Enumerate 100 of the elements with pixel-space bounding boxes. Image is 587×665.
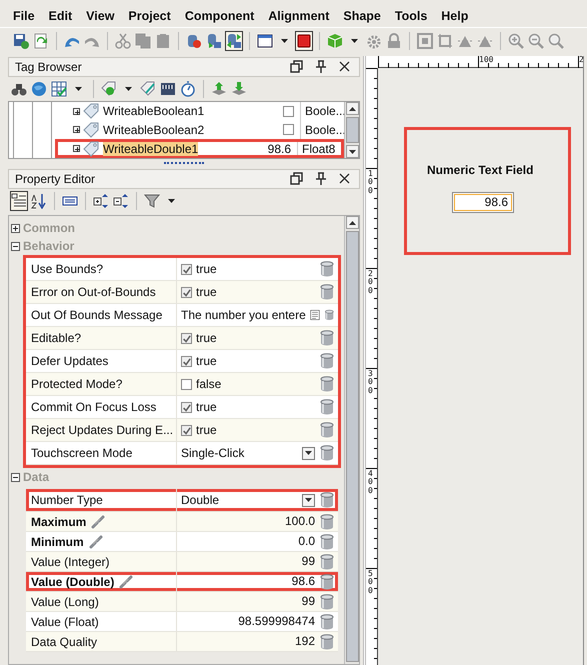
property-row[interactable]: Number Type Double xyxy=(26,489,338,512)
menu-item[interactable]: Alignment xyxy=(268,9,330,27)
property-row[interactable]: Error on Out-of-Bounds true xyxy=(26,281,338,304)
property-row[interactable]: Maximum 100.0 xyxy=(26,512,338,532)
up-arrow-icon[interactable] xyxy=(348,106,356,110)
property-name: Error on Out-of-Bounds xyxy=(31,285,156,299)
collapse-icon[interactable] xyxy=(11,242,20,250)
toolbar-button[interactable] xyxy=(112,191,130,211)
component-label: Numeric Text Field xyxy=(427,163,534,177)
menu-item[interactable]: Shape xyxy=(343,9,381,27)
property-row[interactable]: Use Bounds? true xyxy=(26,258,338,281)
toolbar-button[interactable] xyxy=(10,191,28,211)
property-name: Touchscreen Mode xyxy=(31,446,132,460)
property-row[interactable]: Value (Float) 98.599998474 xyxy=(26,612,338,632)
property-row[interactable]: Value (Integer) 99 xyxy=(26,552,338,572)
zoom-icon xyxy=(548,33,564,49)
splitter-handle[interactable] xyxy=(164,162,204,164)
menu-item[interactable]: Project xyxy=(128,9,171,27)
property-row[interactable]: Touchscreen Mode Single-Click xyxy=(26,442,338,465)
database-icon xyxy=(319,376,335,392)
database-icon xyxy=(319,534,335,550)
property-name: Reject Updates During E... xyxy=(31,423,174,437)
expand-icon[interactable] xyxy=(73,108,80,115)
scrollbar[interactable] xyxy=(344,216,359,664)
collapse-icon[interactable] xyxy=(11,472,20,482)
caret-icon xyxy=(305,451,312,455)
link-icon xyxy=(90,514,106,530)
tag-row[interactable]: WriteableBoolean2 Boole... xyxy=(63,120,344,139)
tag-row[interactable]: WriteableBoolean1 Boole... xyxy=(63,102,344,120)
checkbox[interactable] xyxy=(181,286,192,298)
tag-value: 98.6 xyxy=(268,142,291,156)
property-value[interactable]: Single-Click xyxy=(181,446,298,460)
expand-icon[interactable] xyxy=(73,126,80,134)
scrollbar[interactable] xyxy=(344,102,359,158)
tag-name[interactable]: WriteableBoolean1 xyxy=(103,104,252,118)
expand-icon[interactable] xyxy=(11,224,20,232)
toolbar-button[interactable] xyxy=(225,31,243,51)
caret-icon[interactable] xyxy=(281,39,288,43)
checkbox[interactable] xyxy=(181,356,192,366)
caret-icon[interactable] xyxy=(351,39,358,43)
menu-item[interactable]: File xyxy=(13,9,35,27)
checkbox[interactable] xyxy=(181,402,192,412)
toolbar-button[interactable] xyxy=(92,191,110,211)
checkbox[interactable] xyxy=(181,332,192,344)
property-row[interactable]: Value (Long) 99 xyxy=(26,592,338,612)
ruler-label: 2 xyxy=(579,56,583,64)
property-row[interactable]: Minimum 0.0 xyxy=(26,532,338,552)
database-icon xyxy=(319,514,335,530)
toolbar-button[interactable] xyxy=(30,191,48,211)
expand-icon xyxy=(93,193,109,209)
property-value: The number you entere xyxy=(181,308,306,322)
tag-name[interactable]: WriteableDouble1 xyxy=(103,142,198,156)
property-row[interactable]: Commit On Focus Loss true xyxy=(26,396,338,419)
tag-name[interactable]: WriteableBoolean2 xyxy=(103,122,252,137)
binoculars-icon xyxy=(11,81,27,97)
checkbox[interactable] xyxy=(181,264,192,274)
checkbox[interactable] xyxy=(181,424,192,436)
property-row[interactable]: Editable? true xyxy=(26,327,338,350)
caret-icon[interactable] xyxy=(75,87,82,91)
menu-item[interactable]: Edit xyxy=(48,9,72,27)
menu-item[interactable]: Help xyxy=(441,9,468,27)
toolbar-button[interactable] xyxy=(12,31,30,51)
property-value: 100.0 xyxy=(284,514,315,529)
caret-icon[interactable] xyxy=(168,199,175,203)
property-row[interactable]: Data Quality 192 xyxy=(26,632,338,652)
resize-icon xyxy=(437,33,453,49)
property-name: Use Bounds? xyxy=(31,262,104,276)
property-row[interactable]: Out Of Bounds Message The number you entere xyxy=(26,304,338,327)
dropdown-button[interactable] xyxy=(302,494,315,506)
property-row[interactable]: Defer Updates true xyxy=(26,350,338,373)
menu-item[interactable]: Component xyxy=(184,9,254,27)
property-value: true xyxy=(196,330,218,346)
export-icon xyxy=(211,81,227,97)
tag-type: Float8 xyxy=(297,142,341,155)
numeric-field[interactable]: 98.6 xyxy=(452,192,514,213)
caret-icon[interactable] xyxy=(125,87,132,91)
zoom-out-icon xyxy=(528,33,544,49)
up-arrow-icon[interactable] xyxy=(348,220,356,224)
toolbar-button[interactable] xyxy=(295,31,313,51)
menu-item[interactable]: View xyxy=(86,9,114,27)
dropdown-button[interactable] xyxy=(302,446,315,460)
filter-icon xyxy=(144,193,160,209)
disk-icon xyxy=(13,33,29,49)
tag-row[interactable]: WriteableDouble1 98.6 Float8 xyxy=(55,139,344,158)
property-row[interactable]: Value (Double) 98.6 xyxy=(26,572,338,592)
zoom-in-icon xyxy=(508,33,524,49)
property-value[interactable]: Double xyxy=(181,492,298,508)
expand-icon[interactable] xyxy=(73,145,80,152)
checkbox[interactable] xyxy=(283,106,294,117)
checkbox[interactable] xyxy=(283,124,294,136)
tag-add-icon xyxy=(101,81,117,97)
property-row[interactable]: Protected Mode? false xyxy=(26,373,338,396)
property-name: Number Type xyxy=(31,493,103,507)
globe-icon xyxy=(31,81,47,97)
checkbox[interactable] xyxy=(181,378,192,390)
property-name: Value (Long) xyxy=(31,594,99,608)
property-row[interactable]: Reject Updates During E... true xyxy=(26,419,338,442)
menu-item[interactable]: Tools xyxy=(394,9,428,27)
down-arrow-icon[interactable] xyxy=(348,150,356,154)
property-name: Out Of Bounds Message xyxy=(31,308,162,322)
